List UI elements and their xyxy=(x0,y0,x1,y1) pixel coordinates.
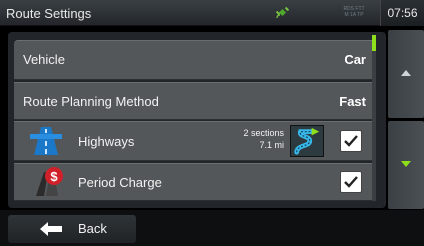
chevron-down-icon xyxy=(401,161,411,167)
scroll-track[interactable] xyxy=(372,35,376,201)
satellite-icon xyxy=(275,6,290,19)
highways-distance: 7.1 mi xyxy=(259,140,284,150)
highways-label: Highways xyxy=(78,134,135,149)
period-charge-row[interactable]: $ Period Charge xyxy=(14,163,376,201)
clock: 07:56 xyxy=(380,0,424,26)
page-title: Route Settings xyxy=(6,6,92,21)
highway-icon xyxy=(30,127,62,155)
road-info-line-2: M 1A TP xyxy=(344,12,364,18)
route-planning-method-row[interactable]: Route Planning Method Fast xyxy=(14,82,376,120)
scroll-up-button[interactable] xyxy=(388,30,424,118)
top-bar: Route Settings RDS FTT M 1A TP 07:56 xyxy=(0,0,424,26)
route-planning-method-label: Route Planning Method xyxy=(23,94,159,109)
period-charge-label: Period Charge xyxy=(78,175,162,190)
bottom-bar: Back xyxy=(0,210,424,246)
vehicle-value: Car xyxy=(344,52,366,67)
period-charge-checkbox[interactable] xyxy=(340,171,362,193)
highways-row[interactable]: Highways 2 sections 7.1 mi xyxy=(14,121,376,161)
route-planning-method-value: Fast xyxy=(339,94,366,109)
vehicle-row[interactable]: Vehicle Car xyxy=(14,40,376,80)
highways-sections: 2 sections xyxy=(243,128,284,138)
back-label: Back xyxy=(78,221,107,236)
highways-info: 2 sections 7.1 mi xyxy=(243,127,284,151)
scroll-down-button[interactable] xyxy=(388,121,424,209)
arrow-left-icon xyxy=(40,222,62,236)
back-button[interactable]: Back xyxy=(8,215,136,243)
highways-checkbox[interactable] xyxy=(340,130,362,152)
checkmark-icon xyxy=(344,135,358,147)
svg-text:$: $ xyxy=(50,169,58,184)
route-icon[interactable] xyxy=(290,125,324,157)
checkmark-icon xyxy=(344,176,358,188)
scroll-thumb[interactable] xyxy=(372,35,376,51)
toll-charge-icon: $ xyxy=(36,167,63,196)
chevron-up-icon xyxy=(401,70,411,76)
road-info: RDS FTT M 1A TP xyxy=(336,6,372,18)
vehicle-label: Vehicle xyxy=(23,52,65,67)
